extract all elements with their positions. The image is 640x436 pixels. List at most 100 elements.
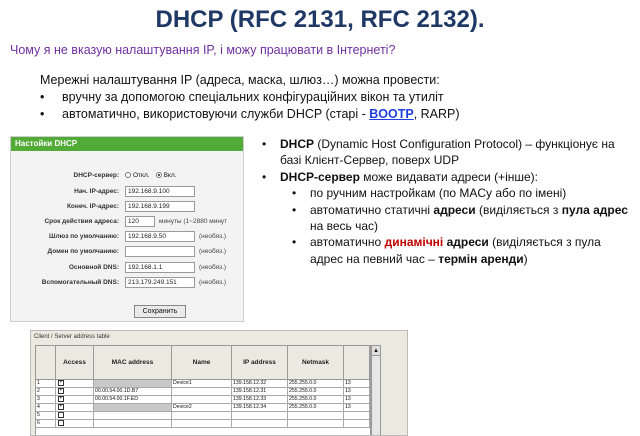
header-rownum	[36, 346, 56, 380]
dhcp-server-row: DHCP-сервер: Откл. Вкл.	[11, 169, 245, 181]
dhcp-description: DHCP (Dynamic Host Configuration Protoco…	[256, 136, 634, 267]
header-mac: MAC address	[94, 346, 172, 380]
checkbox-icon[interactable]	[58, 404, 64, 410]
start-ip-label: Нач. IP-адрес:	[74, 187, 119, 195]
mode-dynamic-text: автоматично	[310, 235, 385, 250]
access-checkbox[interactable]	[56, 396, 94, 404]
netmask-cell: 255.255.0.0	[288, 388, 344, 396]
header-access: Access	[56, 346, 94, 380]
table-row[interactable]: 2 00.00.54.00.1D.B7 139.158.12.31255.255.0…	[36, 388, 370, 396]
dhcp-on-label: Вкл.	[163, 171, 177, 179]
access-checkbox[interactable]	[56, 388, 94, 396]
save-button[interactable]: Сохранить	[134, 305, 186, 318]
gateway-input[interactable]: 192.168.9.50	[125, 230, 195, 242]
mode-manual: по ручним настройкам (по MACу або по іме…	[256, 185, 634, 202]
dhcp-settings-panel: Настойки DHCP DHCP-сервер: Откл. Вкл. На…	[10, 136, 244, 322]
ip-cell: 139.158.12.32	[232, 380, 288, 388]
dhcp-on-radio[interactable]	[155, 172, 162, 178]
intro-block: Мережні налаштування IP (адреса, маска, …	[40, 72, 460, 123]
ip-cell	[232, 420, 288, 428]
netmask-cell: 255.255.0.0	[288, 404, 344, 412]
extra-cell	[344, 412, 370, 420]
dhcp-server-term: DHCP-сервер	[280, 169, 360, 184]
access-checkbox[interactable]	[56, 412, 94, 420]
row-number: 1	[36, 380, 56, 388]
lease-term: термін аренди	[438, 251, 524, 266]
checkbox-icon[interactable]	[58, 420, 64, 426]
access-checkbox[interactable]	[56, 420, 94, 428]
mode-static: автоматично статичні адреси (виділяється…	[256, 202, 634, 235]
mac-cell	[94, 420, 172, 428]
checkbox-icon[interactable]	[58, 380, 64, 386]
table-row[interactable]: 3 00.00.54.00.1F.ED 139.158.12.33255.255.0…	[36, 396, 370, 404]
lease-note: минуты (1~2880 минут	[159, 217, 228, 225]
intro-bullet-auto-text: автоматично, використовуючи служби DHCP …	[62, 107, 370, 121]
header-extra	[344, 346, 370, 380]
dhcp-term: DHCP	[280, 137, 315, 151]
header-netmask: Netmask	[288, 346, 344, 380]
mode-static-tail: на весь час)	[310, 219, 379, 234]
domain-optional: (необяз.)	[199, 247, 227, 255]
mac-cell	[94, 380, 172, 388]
dns2-input[interactable]: 213.179.249.151	[125, 276, 195, 288]
access-checkbox[interactable]	[56, 404, 94, 412]
dhcp-off-label: Откл.	[133, 171, 150, 179]
extra-cell	[344, 420, 370, 428]
netmask-cell	[288, 420, 344, 428]
intro-bullet-manual: вручну за допомогою спеціальних конфігур…	[40, 89, 460, 106]
mode-static-addresses: адреси	[433, 202, 476, 217]
slide-subtitle: Чому я не вказую налаштування IP, і можу…	[10, 43, 396, 57]
dns1-input[interactable]: 192.168.1.1	[125, 261, 195, 273]
end-ip-input[interactable]: 192.168.9.199	[125, 200, 195, 212]
access-checkbox[interactable]	[56, 380, 94, 388]
table-row[interactable]: 5	[36, 412, 370, 420]
address-table-window: Client / Server address table Access MAC…	[30, 330, 408, 436]
checkbox-icon[interactable]	[58, 388, 64, 394]
row-number: 3	[36, 396, 56, 404]
intro-line: Мережні налаштування IP (адреса, маска, …	[40, 73, 440, 87]
table-row[interactable]: 6	[36, 420, 370, 428]
mac-cell: 00.00.54.00.1D.B7	[94, 388, 172, 396]
checkbox-icon[interactable]	[58, 396, 64, 402]
checkbox-icon[interactable]	[58, 412, 64, 418]
table-scrollbar[interactable]: ▲	[371, 345, 381, 435]
dns2-label: Вспомогательный DNS:	[41, 278, 119, 286]
row-number: 6	[36, 420, 56, 428]
bootp-link[interactable]: BOOTP	[369, 107, 413, 121]
lease-input[interactable]: 120	[125, 215, 155, 227]
dhcp-server-capability: DHCP-сервер може видавати адреси (+інше)…	[256, 169, 634, 186]
mode-dynamic-addresses: адреси	[443, 235, 489, 250]
dhcp-server-text: може видавати адреси (+інше):	[359, 169, 538, 184]
mac-cell	[94, 412, 172, 420]
extra-cell: 13	[344, 396, 370, 404]
row-number: 4	[36, 404, 56, 412]
header-ip: IP address	[232, 346, 288, 380]
table-row[interactable]: 4 Device2139.158.12.34255.255.0.013	[36, 404, 370, 412]
lease-row: Срок действия адреса: 120 минуты (1~2880…	[11, 215, 245, 227]
domain-row: Домен по умолчанию: (необяз.)	[11, 245, 245, 257]
lease-label: Срок действия адреса:	[44, 217, 119, 225]
address-table-header: Access MAC address Name IP address Netma…	[36, 346, 370, 380]
dhcp-off-radio[interactable]	[125, 172, 131, 178]
domain-input[interactable]	[125, 245, 195, 257]
ip-cell	[232, 412, 288, 420]
mode-static-mid: (виділяється з	[475, 202, 562, 217]
name-cell	[172, 412, 232, 420]
address-table-caption: Client / Server address table	[34, 334, 110, 340]
start-ip-input[interactable]: 192.168.9.100	[125, 185, 195, 197]
start-ip-row: Нач. IP-адрес: 192.168.9.100	[11, 185, 245, 197]
ip-cell: 139.158.12.31	[232, 388, 288, 396]
dns1-row: Основной DNS: 192.168.1.1 (необяз.)	[11, 261, 245, 273]
end-ip-row: Конеч. IP-адрес: 192.168.9.199	[11, 200, 245, 212]
address-table: Access MAC address Name IP address Netma…	[35, 345, 371, 435]
intro-bullet-auto: автоматично, використовуючи служби DHCP …	[40, 106, 460, 123]
scroll-up-icon[interactable]: ▲	[372, 346, 380, 356]
netmask-cell	[288, 412, 344, 420]
extra-cell: 13	[344, 388, 370, 396]
gateway-row: Шлюз по умолчанию: 192.168.9.50 (необяз.…	[11, 230, 245, 242]
dhcp-definition: DHCP (Dynamic Host Configuration Protoco…	[256, 136, 634, 169]
netmask-cell: 255.255.0.0	[288, 380, 344, 388]
table-row[interactable]: 1 Device1139.158.12.32255.255.0.013	[36, 380, 370, 388]
gateway-optional: (необяз.)	[199, 232, 227, 240]
ip-cell: 139.158.12.34	[232, 404, 288, 412]
